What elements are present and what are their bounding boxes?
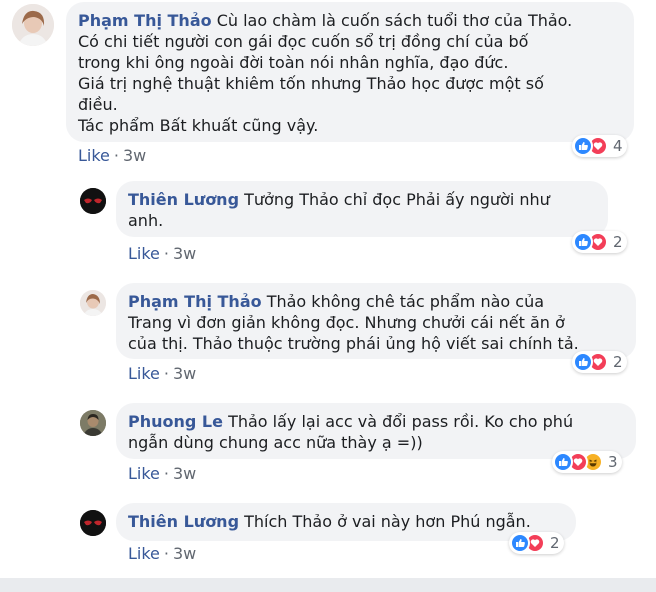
comment-text-line: trong khi ông ngoài đời toàn nói nhân ng… bbox=[78, 53, 509, 72]
separator: · bbox=[163, 364, 169, 383]
comment-actions: Like · 3w bbox=[78, 146, 146, 165]
avatar[interactable] bbox=[80, 290, 106, 316]
reaction-count: 4 bbox=[613, 137, 623, 155]
separator: · bbox=[163, 544, 169, 563]
timestamp[interactable]: 3w bbox=[173, 464, 196, 483]
avatar[interactable] bbox=[80, 188, 106, 214]
avatar[interactable] bbox=[12, 4, 54, 46]
comment-text: Thích Thảo ở vai này hơn Phú ngẫn. bbox=[244, 512, 531, 531]
comment-text-line: anh. bbox=[128, 211, 164, 230]
like-link[interactable]: Like bbox=[128, 464, 160, 483]
separator: · bbox=[163, 464, 169, 483]
reaction-summary[interactable]: 2 bbox=[509, 532, 564, 554]
user-photo-icon bbox=[80, 188, 106, 214]
comment-author[interactable]: Phạm Thị Thảo bbox=[128, 292, 262, 311]
reaction-count: 2 bbox=[550, 534, 560, 552]
comment-text: Thảo không chê tác phẩm nào của bbox=[266, 292, 545, 311]
separator: · bbox=[113, 146, 119, 165]
timestamp[interactable]: 3w bbox=[173, 244, 196, 263]
comment-actions: Like · 3w bbox=[128, 244, 196, 263]
comment-text-line: điều. bbox=[78, 95, 118, 114]
like-icon bbox=[573, 232, 593, 252]
comment-bubble: Thiên Lương Thích Thảo ở vai này hơn Phú… bbox=[116, 503, 576, 541]
comment-text-line: Có chi tiết người con gái đọc cuốn sổ tr… bbox=[78, 32, 529, 51]
like-link[interactable]: Like bbox=[128, 544, 160, 563]
comment-actions: Like · 3w bbox=[128, 544, 196, 563]
bottom-divider bbox=[0, 578, 656, 592]
comment-author[interactable]: Thiên Lương bbox=[128, 190, 239, 209]
reaction-summary[interactable]: 4 bbox=[572, 135, 627, 157]
like-icon bbox=[573, 136, 593, 156]
comment-text-line: Giá trị nghệ thuật khiêm tốn nhưng Thảo … bbox=[78, 74, 544, 93]
like-icon bbox=[510, 533, 530, 553]
like-link[interactable]: Like bbox=[78, 146, 110, 165]
comment-text-line: ngẫn dùng chung acc nữa thày ạ =)) bbox=[128, 433, 423, 452]
comment-text-line: Trang vì đơn giản không đọc. Nhưng chưởi… bbox=[128, 313, 565, 332]
comment-author[interactable]: Thiên Lương bbox=[128, 512, 239, 531]
comment-text-line: của thị. Thảo thuộc trường phái ủng hộ v… bbox=[128, 334, 579, 353]
like-icon bbox=[553, 452, 573, 472]
comment-text: Cù lao chàm là cuốn sách tuổi thơ của Th… bbox=[216, 11, 573, 30]
comment-text: Thảo lấy lại acc và đổi pass rồi. Ko cho… bbox=[228, 412, 574, 431]
comment-bubble: Thiên Lương Tưởng Thảo chỉ đọc Phải ấy n… bbox=[116, 181, 608, 237]
reaction-summary[interactable]: 2 bbox=[572, 351, 627, 373]
comment-actions: Like · 3w bbox=[128, 364, 196, 383]
comment-bubble: Phạm Thị Thảo Thảo không chê tác phẩm nà… bbox=[116, 283, 636, 359]
timestamp[interactable]: 3w bbox=[123, 146, 146, 165]
reaction-count: 2 bbox=[613, 233, 623, 251]
avatar[interactable] bbox=[80, 510, 106, 536]
user-photo-icon bbox=[80, 290, 106, 316]
reaction-count: 3 bbox=[608, 453, 618, 471]
reaction-count: 2 bbox=[613, 353, 623, 371]
user-photo-icon bbox=[12, 4, 54, 46]
comment-text: Tưởng Thảo chỉ đọc Phải ấy người như bbox=[244, 190, 550, 209]
reaction-summary[interactable]: 2 bbox=[572, 231, 627, 253]
comment-bubble: Phuong Le Thảo lấy lại acc và đổi pass r… bbox=[116, 403, 636, 459]
comment-author[interactable]: Phuong Le bbox=[128, 412, 223, 431]
user-photo-icon bbox=[80, 410, 106, 436]
comment-bubble: Phạm Thị Thảo Cù lao chàm là cuốn sách t… bbox=[66, 2, 634, 142]
like-link[interactable]: Like bbox=[128, 364, 160, 383]
avatar[interactable] bbox=[80, 410, 106, 436]
comment-author[interactable]: Phạm Thị Thảo bbox=[78, 11, 212, 30]
comment-text-line: Tác phẩm Bất khuất cũng vậy. bbox=[78, 116, 319, 135]
reaction-summary[interactable]: 3 bbox=[552, 451, 622, 473]
comment-actions: Like · 3w bbox=[128, 464, 196, 483]
like-icon bbox=[573, 352, 593, 372]
like-link[interactable]: Like bbox=[128, 244, 160, 263]
timestamp[interactable]: 3w bbox=[173, 544, 196, 563]
separator: · bbox=[163, 244, 169, 263]
user-photo-icon bbox=[80, 510, 106, 536]
timestamp[interactable]: 3w bbox=[173, 364, 196, 383]
